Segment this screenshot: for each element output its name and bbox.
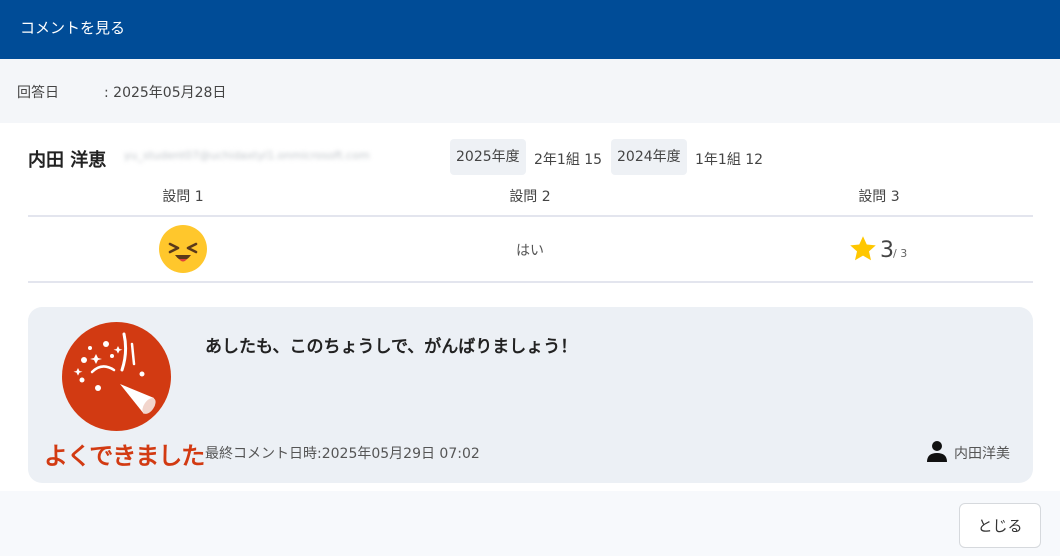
rating-score: 3 — [880, 238, 894, 263]
class-2025: 2年1組 15 — [534, 152, 603, 168]
question-header-1: 設問 1 — [162, 189, 204, 205]
answer-2-value: はい — [516, 243, 544, 259]
student-name: 内田 洋恵 — [28, 150, 107, 171]
question-header-2: 設問 2 — [509, 189, 551, 205]
star-icon — [850, 236, 876, 261]
year-badge-2024: 2024年度 — [611, 139, 687, 175]
app-header: コメントを見る — [0, 0, 1060, 59]
question-header-3: 設問 3 — [858, 189, 900, 205]
commenter-name: 内田洋美 — [954, 446, 1010, 462]
close-button[interactable]: とじる — [959, 503, 1041, 548]
comment-text: あしたも、このちょうしで、がんばりましょう！ — [205, 337, 578, 357]
laughing-face-icon — [159, 225, 207, 273]
party-popper-icon — [62, 322, 171, 431]
answer-date-value: : 2025年05月28日 — [104, 85, 227, 101]
table-bottom-divider — [28, 281, 1033, 283]
table-header-divider — [28, 215, 1033, 217]
answer-date-label: 回答日 — [17, 85, 59, 101]
last-comment-datetime: 最終コメント日時:2025年05月29日 07:02 — [205, 446, 480, 462]
class-2024: 1年1組 12 — [695, 152, 764, 168]
year-badge-2025: 2025年度 — [450, 139, 526, 175]
user-icon — [927, 441, 947, 462]
student-email: yu_student07@uchidaxtyl1.onmicrosoft.com — [124, 149, 370, 162]
stamp-text: よくできました — [44, 442, 205, 470]
rating-total: / 3 — [893, 247, 908, 260]
header-title: コメントを見る — [20, 19, 126, 37]
